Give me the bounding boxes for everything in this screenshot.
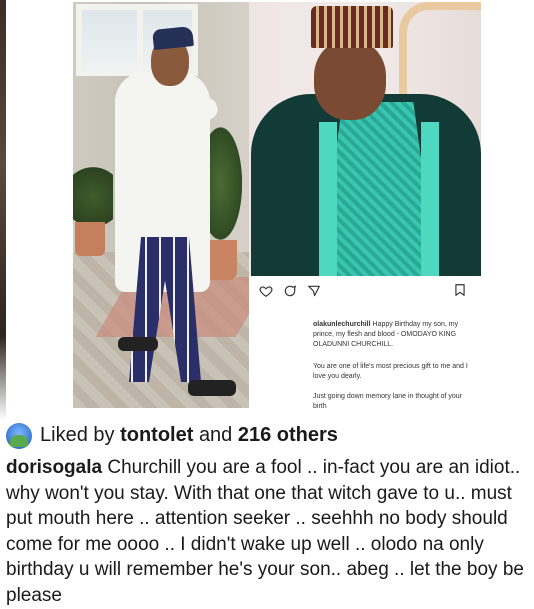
post-caption: olakunlechurchill Happy Birthday my son,…	[313, 320, 473, 350]
comment-line: put mouth here .. attention seeker .. se…	[6, 508, 508, 529]
bookmark-icon[interactable]	[453, 282, 467, 298]
likes-text: Liked by tontolet and 216 others	[40, 422, 338, 448]
comment-line: dorisogala Churchill you are a fool .. i…	[6, 455, 531, 481]
likes-user-link[interactable]: tontolet	[120, 424, 193, 446]
comment-username[interactable]: dorisogala	[6, 457, 102, 478]
man-cap	[152, 25, 194, 51]
caption-line-3: Just going down memory lane in thought o…	[313, 393, 463, 410]
man-shoe-right	[188, 380, 236, 396]
man-shoe-left	[118, 337, 158, 351]
pot-left	[75, 222, 105, 256]
caption-line-2: You are one of life's most precious gift…	[313, 363, 468, 380]
comment-line: come for me oooo .. I didn't wake up wel…	[6, 533, 484, 555]
comment-line: please	[6, 584, 62, 606]
likes-row: Liked by tontolet and 216 others	[0, 419, 534, 451]
comment-text: Churchill you are a fool .. in-fact you …	[107, 457, 521, 478]
photo-man	[73, 2, 250, 408]
avatar[interactable]	[6, 423, 32, 449]
share-icon[interactable]	[307, 284, 321, 298]
comment-line: birthday u will remember he's your son..…	[6, 559, 524, 580]
post-actions	[259, 282, 321, 300]
boy-cap	[311, 6, 393, 48]
likes-prefix: Liked by	[40, 424, 115, 446]
comment-icon[interactable]	[283, 284, 297, 298]
comment-line: why won't you stay. With that one that w…	[6, 482, 512, 504]
screenshot: olakunlechurchill Happy Birthday my son,…	[0, 0, 534, 609]
photo-boy	[249, 2, 481, 276]
heart-icon[interactable]	[259, 284, 273, 298]
caption-username[interactable]: olakunlechurchill	[313, 321, 371, 328]
agbada-stripe	[319, 122, 337, 276]
boy-face	[314, 40, 386, 120]
likes-count-link[interactable]: 216 others	[238, 424, 338, 446]
agbada-stripe	[421, 122, 439, 276]
left-edge-strip	[0, 0, 6, 420]
likes-connector: and	[198, 424, 233, 446]
comment: dorisogala Churchill you are a fool .. i…	[6, 455, 531, 608]
plant-left	[73, 152, 113, 227]
instagram-post-card: olakunlechurchill Happy Birthday my son,…	[249, 276, 481, 410]
